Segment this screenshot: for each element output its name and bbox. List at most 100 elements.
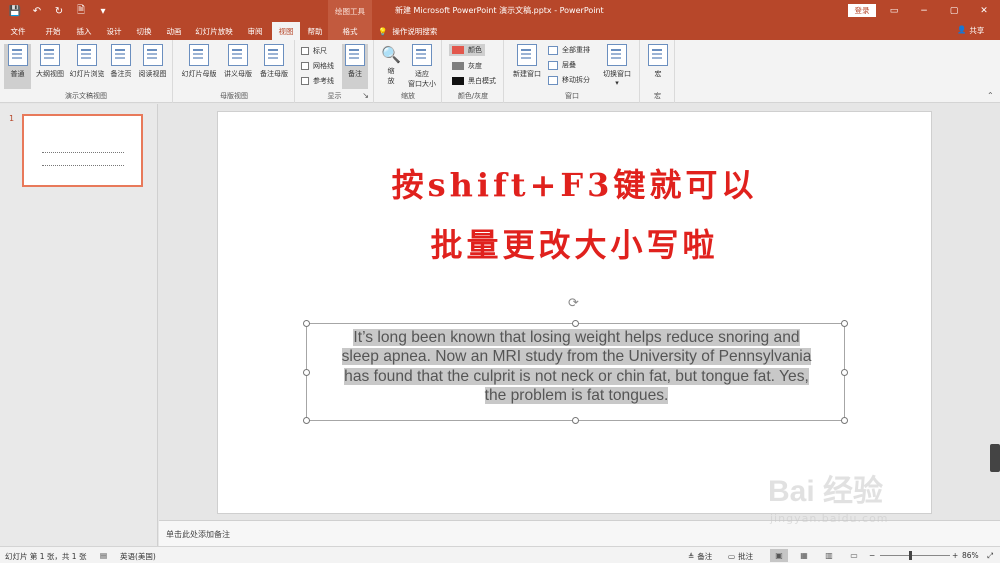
slide-canvas[interactable]: 按shift+F3键就可以 批量更改大小写啦 ⟳ It’s long been … xyxy=(217,111,932,514)
slide-title-line-1[interactable]: 按shift+F3键就可以 xyxy=(218,160,931,206)
language-indicator[interactable]: 英语(美国) xyxy=(120,551,156,562)
resize-handle[interactable] xyxy=(841,320,848,327)
reading-view-button[interactable]: 阅读视图 xyxy=(136,44,169,79)
new-window-button[interactable]: 新建窗口 xyxy=(509,44,545,79)
spellcheck-icon[interactable]: ▤ xyxy=(100,551,107,560)
notes-status-icon: ≜ xyxy=(688,552,695,561)
comments-status-button[interactable]: ▭ 批注 xyxy=(728,551,753,562)
zoom-in-button[interactable]: + xyxy=(952,551,958,560)
share-button[interactable]: 👤 共享 xyxy=(957,25,984,36)
slide-number: 1 xyxy=(9,114,15,123)
restore-button[interactable]: ▢ xyxy=(944,2,964,20)
gridlines-checkbox[interactable]: 网格线 xyxy=(301,61,334,71)
slide-sorter-button[interactable]: 幻灯片浏览 xyxy=(68,44,106,79)
collapse-ribbon-icon[interactable]: ⌃ xyxy=(987,91,994,100)
notes-icon xyxy=(345,44,365,66)
comment-icon: ▭ xyxy=(728,552,736,561)
redo-icon[interactable]: ↻ xyxy=(50,3,68,19)
color-option[interactable]: 颜色 xyxy=(449,44,485,56)
body-text[interactable]: It’s long been known that losing weight … xyxy=(313,328,840,405)
notes-master-label: 备注母版 xyxy=(260,70,288,78)
slide-sorter-status-button[interactable]: ▦ xyxy=(795,549,813,562)
customize-qat-icon[interactable]: ▾ xyxy=(94,3,112,19)
tell-me-search[interactable]: 💡 操作说明搜索 xyxy=(378,24,437,38)
arrange-all-label: 全部重排 xyxy=(562,46,590,54)
ribbon-display-options-icon[interactable]: ▭ xyxy=(884,2,904,20)
tab-slideshow[interactable]: 幻灯片放映 xyxy=(190,22,238,40)
tab-design[interactable]: 设计 xyxy=(100,22,128,40)
notes-page-label: 备注页 xyxy=(110,70,132,78)
fit-to-window-button[interactable]: 适应 窗口大小 xyxy=(405,44,439,89)
guides-checkbox[interactable]: 参考线 xyxy=(301,76,334,86)
reading-view-label: 阅读视图 xyxy=(138,70,167,78)
move-split-icon xyxy=(548,75,558,85)
resize-handle[interactable] xyxy=(303,417,310,424)
black-white-option[interactable]: 黑白模式 xyxy=(452,76,496,86)
switch-window-button[interactable]: 切换窗口 ▾ xyxy=(598,44,636,87)
tab-review[interactable]: 审阅 xyxy=(241,22,269,40)
slide-master-icon xyxy=(189,44,209,66)
ruler-checkbox[interactable]: 标尺 xyxy=(301,46,327,56)
arrange-all-button[interactable]: 全部重排 xyxy=(548,45,590,55)
macros-button[interactable]: 宏 xyxy=(646,44,670,79)
grayscale-option[interactable]: 灰度 xyxy=(452,61,482,71)
grayscale-label: 灰度 xyxy=(468,62,482,70)
grayscale-swatch xyxy=(452,62,464,70)
color-swatch xyxy=(452,46,464,54)
save-icon[interactable]: 💾 xyxy=(6,3,24,19)
rotate-handle-icon[interactable]: ⟳ xyxy=(568,296,579,311)
notes-pane[interactable]: 单击此处添加备注 xyxy=(159,520,1000,546)
resize-handle[interactable] xyxy=(841,417,848,424)
dialog-launcher-icon[interactable]: ↘ xyxy=(362,91,369,100)
body-line: has found that the culprit is not neck o… xyxy=(344,367,809,385)
move-split-button[interactable]: 移动拆分 xyxy=(548,75,590,85)
group-label-color: 颜色/灰度 xyxy=(457,92,489,100)
thumbnail-text-preview xyxy=(42,152,124,166)
zoom-slider-thumb[interactable] xyxy=(908,551,912,560)
notes-page-button[interactable]: 备注页 xyxy=(108,44,134,79)
resize-handle[interactable] xyxy=(303,320,310,327)
group-label-zoom: 缩放 xyxy=(401,92,415,100)
handout-master-button[interactable]: 讲义母版 xyxy=(221,44,255,79)
tab-animations[interactable]: 动画 xyxy=(160,22,188,40)
zoom-button[interactable]: 🔍 缩 放 xyxy=(379,44,403,86)
zoom-slider[interactable] xyxy=(880,555,950,556)
tab-insert[interactable]: 插入 xyxy=(70,22,98,40)
tab-file[interactable]: 文件 xyxy=(4,22,32,40)
tab-help[interactable]: 帮助 xyxy=(302,22,328,40)
tab-transitions[interactable]: 切换 xyxy=(130,22,158,40)
undo-icon[interactable]: ↶ xyxy=(28,3,46,19)
reading-view-status-button[interactable]: ▥ xyxy=(820,549,838,562)
notes-master-button[interactable]: 备注母版 xyxy=(256,44,292,79)
group-label-presentation-views: 演示文稿视图 xyxy=(65,92,107,100)
body-textbox[interactable]: It’s long been known that losing weight … xyxy=(303,320,848,424)
minimize-button[interactable]: − xyxy=(914,2,934,20)
tab-format[interactable]: 格式 xyxy=(328,22,372,40)
tab-home[interactable]: 开始 xyxy=(38,22,68,40)
document-title: 新建 Microsoft PowerPoint 演示文稿.pptx - Powe… xyxy=(395,6,604,15)
resize-handle[interactable] xyxy=(572,417,579,424)
normal-view-status-button[interactable]: ▣ xyxy=(770,549,788,562)
zoom-percent[interactable]: 86% xyxy=(962,551,979,560)
fit-slide-icon[interactable]: ⤢ xyxy=(987,551,993,561)
slide-thumbnail[interactable] xyxy=(22,114,143,187)
slide-title-line-2[interactable]: 批量更改大小写啦 xyxy=(218,220,931,266)
outline-view-label: 大纲视图 xyxy=(36,70,64,78)
resize-handle[interactable] xyxy=(572,320,579,327)
start-slideshow-icon[interactable]: 🗎 xyxy=(72,3,90,19)
slide-master-button[interactable]: 幻灯片母版 xyxy=(179,44,219,79)
scroll-handle[interactable] xyxy=(990,444,1000,472)
zoom-out-button[interactable]: − xyxy=(869,551,875,560)
group-zoom: 🔍 缩 放 适应 窗口大小 缩放 xyxy=(375,40,442,103)
notes-status-button[interactable]: ≜ 备注 xyxy=(688,551,712,562)
resize-handle[interactable] xyxy=(303,369,310,376)
tab-view[interactable]: 视图 xyxy=(272,22,300,40)
notes-toggle-button[interactable]: 备注 xyxy=(342,44,368,89)
login-button[interactable]: 登录 xyxy=(848,4,876,17)
slideshow-status-button[interactable]: ▭ xyxy=(845,549,863,562)
normal-view-button[interactable]: 普通 xyxy=(4,44,31,89)
close-button[interactable]: ✕ xyxy=(974,2,994,20)
outline-view-button[interactable]: 大纲视图 xyxy=(33,44,67,79)
cascade-button[interactable]: 层叠 xyxy=(548,60,576,70)
resize-handle[interactable] xyxy=(841,369,848,376)
